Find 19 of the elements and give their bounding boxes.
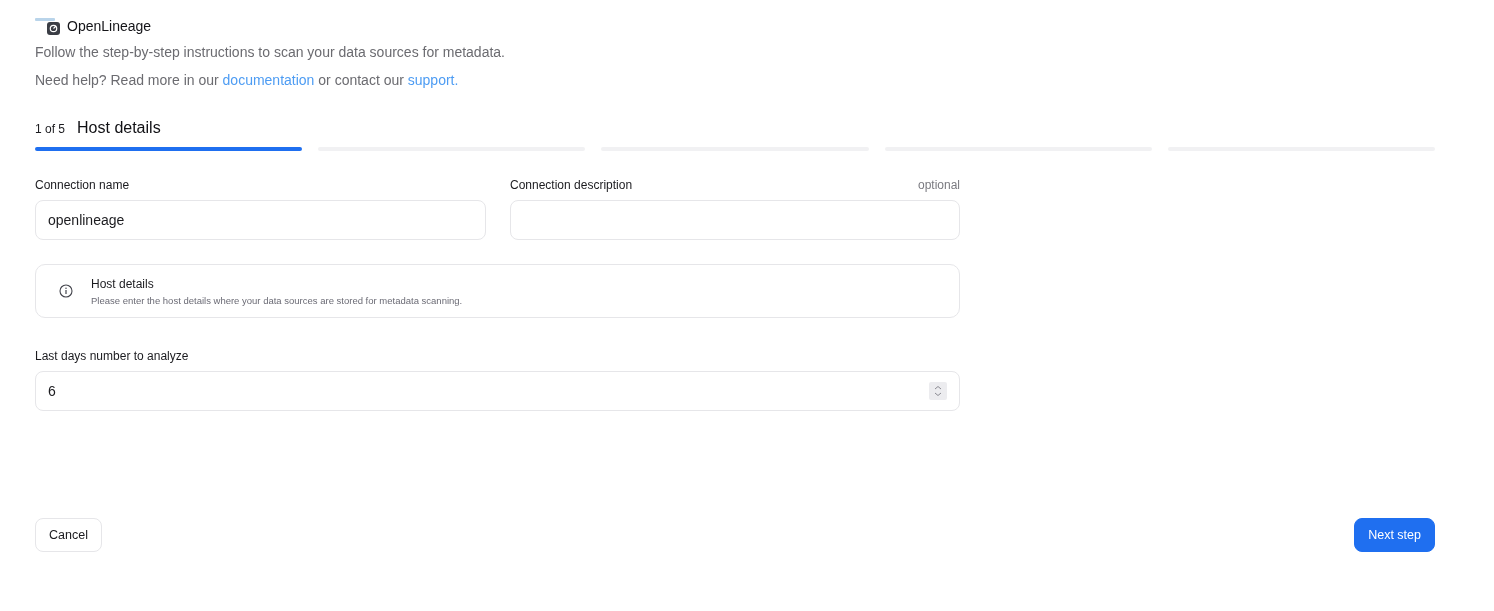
field-label: Connection description	[510, 178, 633, 192]
field-label: Connection name	[35, 178, 130, 192]
spinner-icon[interactable]	[929, 382, 947, 400]
info-title: Host details	[91, 276, 155, 291]
help-text: Need help? Read more in our documentation or contact our support.	[35, 71, 460, 89]
optional-hint: optional	[917, 178, 960, 192]
intro-text: Follow the step-by-step instructions to scan your data sources for metadata.	[35, 43, 506, 61]
app-title: OpenLineage	[67, 18, 152, 34]
step-title: Host details	[77, 119, 161, 137]
next-step-button[interactable]: Next step	[1354, 518, 1435, 552]
number-input-field[interactable]: 6	[35, 371, 960, 411]
text-input-field[interactable]	[510, 200, 960, 240]
cancel-button[interactable]: Cancel	[35, 518, 102, 552]
step-counter: 1 of 5	[35, 122, 66, 136]
text-input-field[interactable]: openlineage	[35, 200, 486, 240]
info-icon	[59, 284, 73, 298]
info-description: Please enter the host details where your data sources are stored for metadata scanning.	[91, 294, 463, 306]
logo-icon	[35, 16, 61, 36]
field-label: Last days number to analyze	[35, 349, 189, 363]
